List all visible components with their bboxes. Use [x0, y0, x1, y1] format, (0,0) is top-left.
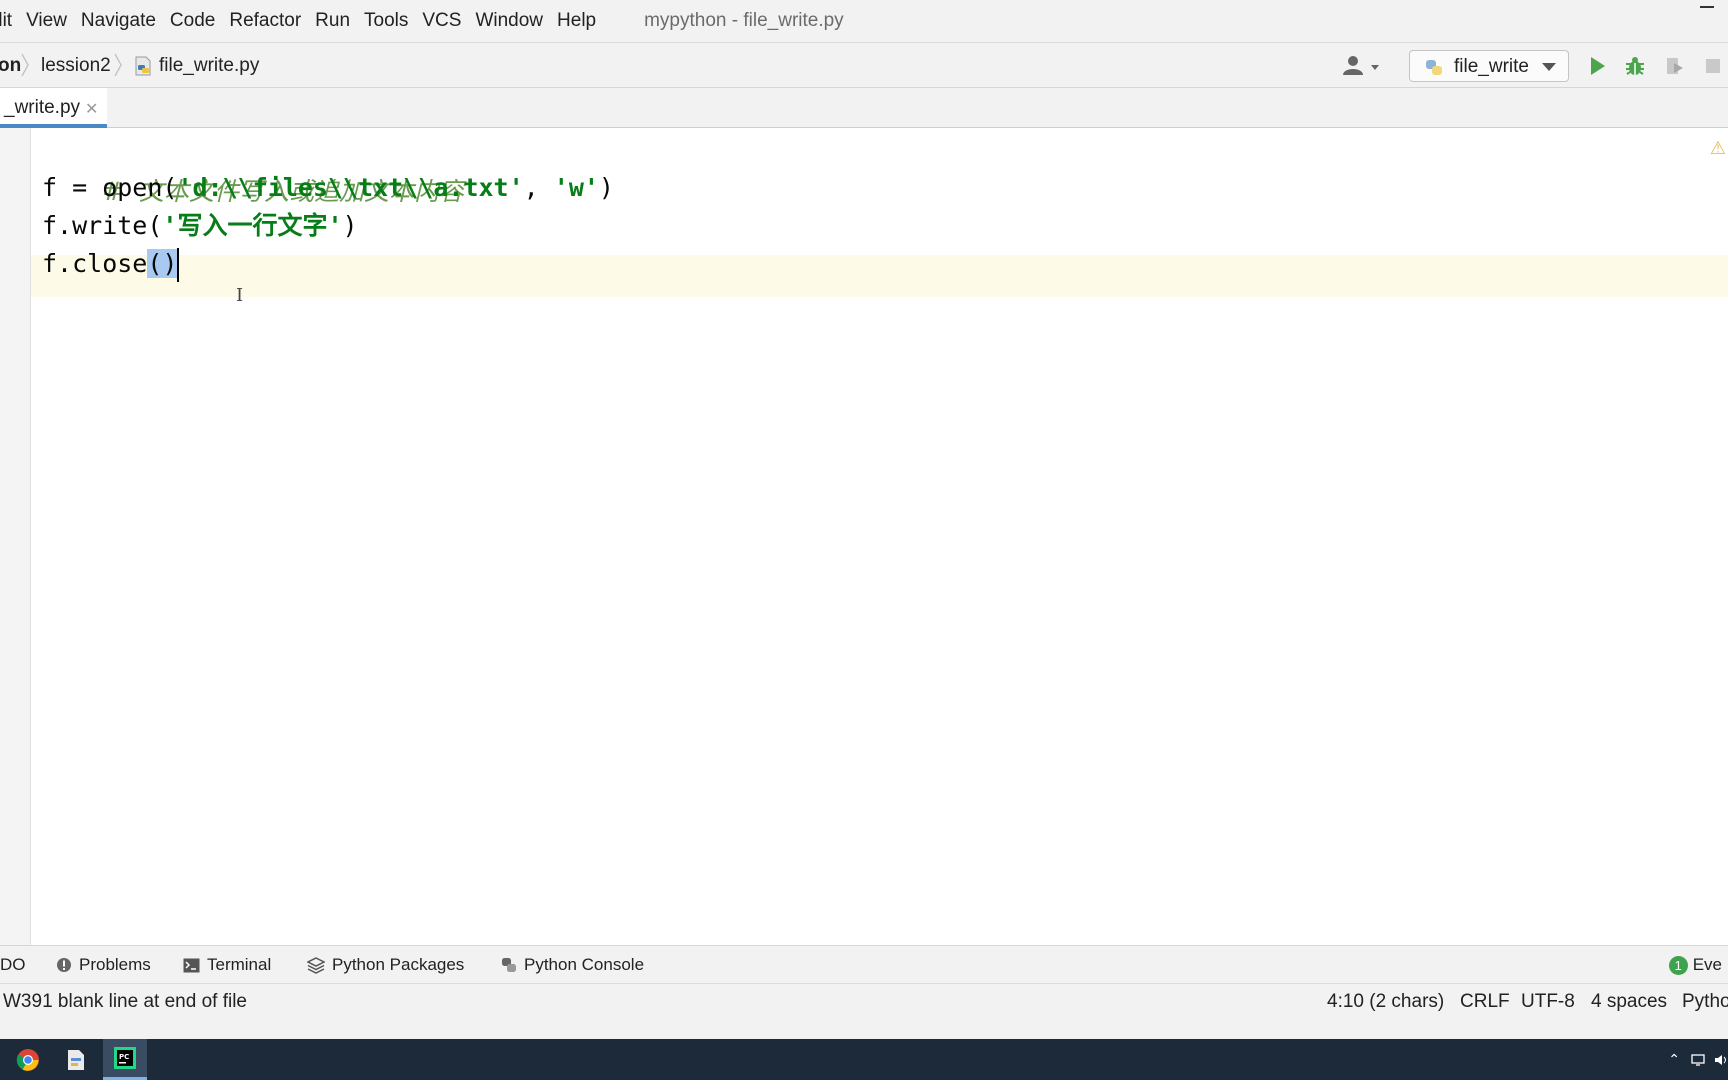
code-token: ): [342, 211, 358, 240]
code-string: 'w': [553, 173, 599, 202]
os-taskbar: PC ⌃: [0, 1039, 1728, 1080]
tool-window-terminal[interactable]: Terminal: [183, 955, 271, 975]
tool-window-problems[interactable]: Problems: [56, 955, 151, 975]
code-token: f.close: [42, 249, 148, 278]
menu-edit[interactable]: dit: [0, 10, 12, 32]
stop-icon[interactable]: [1703, 55, 1723, 77]
breadcrumb-file[interactable]: file_write.py: [159, 55, 259, 77]
taskbar-pycharm[interactable]: PC: [103, 1039, 147, 1080]
menu-refactor[interactable]: Refactor: [229, 10, 301, 32]
status-bar: W391 blank line at end of file 4:10 (2 c…: [0, 983, 1728, 1039]
event-count-badge: 1: [1668, 955, 1688, 975]
warning-indicator-icon[interactable]: ⚠: [1710, 138, 1726, 159]
navigation-bar: on lession2 file_write.py file_write: [0, 42, 1728, 88]
pycharm-icon: PC: [114, 1047, 136, 1069]
chevron-up-icon[interactable]: ⌃: [1668, 1051, 1680, 1068]
code-line-4: f.close(): [42, 243, 180, 285]
breadcrumb-project[interactable]: on: [0, 55, 21, 77]
indent-setting[interactable]: 4 spaces: [1591, 991, 1667, 1013]
mouse-ibeam-cursor-icon: I: [236, 285, 244, 306]
menu-code[interactable]: Code: [170, 10, 215, 32]
debug-icon[interactable]: [1624, 55, 1646, 77]
code-token: ): [598, 173, 614, 202]
caret-position[interactable]: 4:10 (2 chars): [1327, 991, 1444, 1013]
code-token: f = open(: [42, 173, 178, 202]
python-logo-icon: [1426, 60, 1442, 75]
run-configuration-dropdown[interactable]: file_write: [1409, 50, 1569, 82]
menu-tools[interactable]: Tools: [364, 10, 408, 32]
python-console-icon: [502, 958, 516, 972]
tool-window-label: Python Console: [524, 955, 645, 974]
packages-layers-icon: [307, 956, 325, 974]
code-line-2: f = open('d:\\files\\txt\\a.txt', 'w'): [42, 167, 614, 209]
code-editor[interactable]: ⚠ # 文本文件写入或追加文本内容 f = open('d:\\files\\t…: [31, 128, 1728, 945]
tool-window-label: Python Packages: [332, 955, 465, 974]
coverage-icon[interactable]: [1663, 55, 1685, 77]
text-caret: [177, 248, 180, 282]
run-configuration-label: file_write: [1454, 56, 1529, 77]
menu-view[interactable]: View: [26, 10, 67, 32]
current-line-highlight: [31, 255, 1728, 297]
menu-window[interactable]: Window: [475, 10, 543, 32]
breadcrumb-folder[interactable]: lession2: [41, 55, 111, 77]
breadcrumb-separator-icon: [21, 53, 29, 77]
code-string: 'd:\\files\\txt\\a.txt': [177, 173, 524, 202]
editor-tab-strip: _write.py ✕: [0, 88, 1728, 128]
code-line-1: # 文本文件写入或追加文本内容: [42, 129, 464, 206]
event-log-label: Eve: [1692, 955, 1722, 974]
menu-bar: dit View Navigate Code Refactor Run Tool…: [0, 0, 1728, 42]
user-account-icon[interactable]: [1342, 55, 1382, 77]
svg-text:PC: PC: [119, 1053, 129, 1061]
tool-window-todo[interactable]: DO: [0, 955, 26, 975]
minimize-button[interactable]: [1700, 6, 1714, 8]
menu-run[interactable]: Run: [315, 10, 350, 32]
status-message: W391 blank line at end of file: [3, 991, 247, 1012]
breadcrumb-separator-icon: [114, 53, 122, 77]
terminal-icon: [183, 958, 200, 972]
python-interpreter[interactable]: Pytho: [1682, 991, 1728, 1013]
taskbar-file-explorer[interactable]: [54, 1039, 98, 1080]
tool-window-label: DO: [0, 955, 26, 974]
network-icon[interactable]: [1690, 1053, 1708, 1067]
code-token: f.write(: [42, 211, 163, 240]
menu-navigate[interactable]: Navigate: [81, 10, 156, 32]
run-icon[interactable]: [1587, 55, 1607, 77]
event-log-button[interactable]: 1 Eve: [1668, 955, 1722, 975]
code-token: ,: [523, 173, 554, 202]
matched-parentheses: (): [147, 249, 178, 278]
python-file-icon: [135, 56, 151, 76]
menu-vcs[interactable]: VCS: [422, 10, 461, 32]
file-encoding[interactable]: UTF-8: [1521, 991, 1575, 1013]
menu-help[interactable]: Help: [557, 10, 596, 32]
chevron-down-icon: [1542, 63, 1556, 71]
tool-window-python-console[interactable]: Python Console: [501, 955, 644, 975]
tool-window-bar: DO Problems Terminal Python Packages Pyt…: [0, 945, 1728, 983]
file-explorer-icon: [68, 1049, 84, 1070]
tool-window-python-packages[interactable]: Python Packages: [307, 955, 464, 975]
tool-window-label: Problems: [79, 955, 151, 974]
tab-label: _write.py: [4, 97, 81, 118]
chrome-icon: [16, 1048, 39, 1071]
close-icon[interactable]: ✕: [85, 99, 98, 119]
system-tray: ⌃: [1668, 1039, 1728, 1080]
tab-file-write[interactable]: _write.py ✕: [0, 88, 107, 128]
tool-window-label: Terminal: [207, 955, 272, 974]
line-separator[interactable]: CRLF: [1460, 991, 1510, 1013]
editor-gutter: [0, 128, 31, 945]
problems-icon: [57, 958, 71, 972]
window-title: mypython - file_write.py: [644, 10, 844, 31]
code-line-3: f.write('写入一行文字'): [42, 205, 358, 247]
code-string: '写入一行文字': [162, 211, 343, 240]
volume-icon[interactable]: [1714, 1053, 1728, 1067]
taskbar-chrome[interactable]: [6, 1039, 50, 1080]
